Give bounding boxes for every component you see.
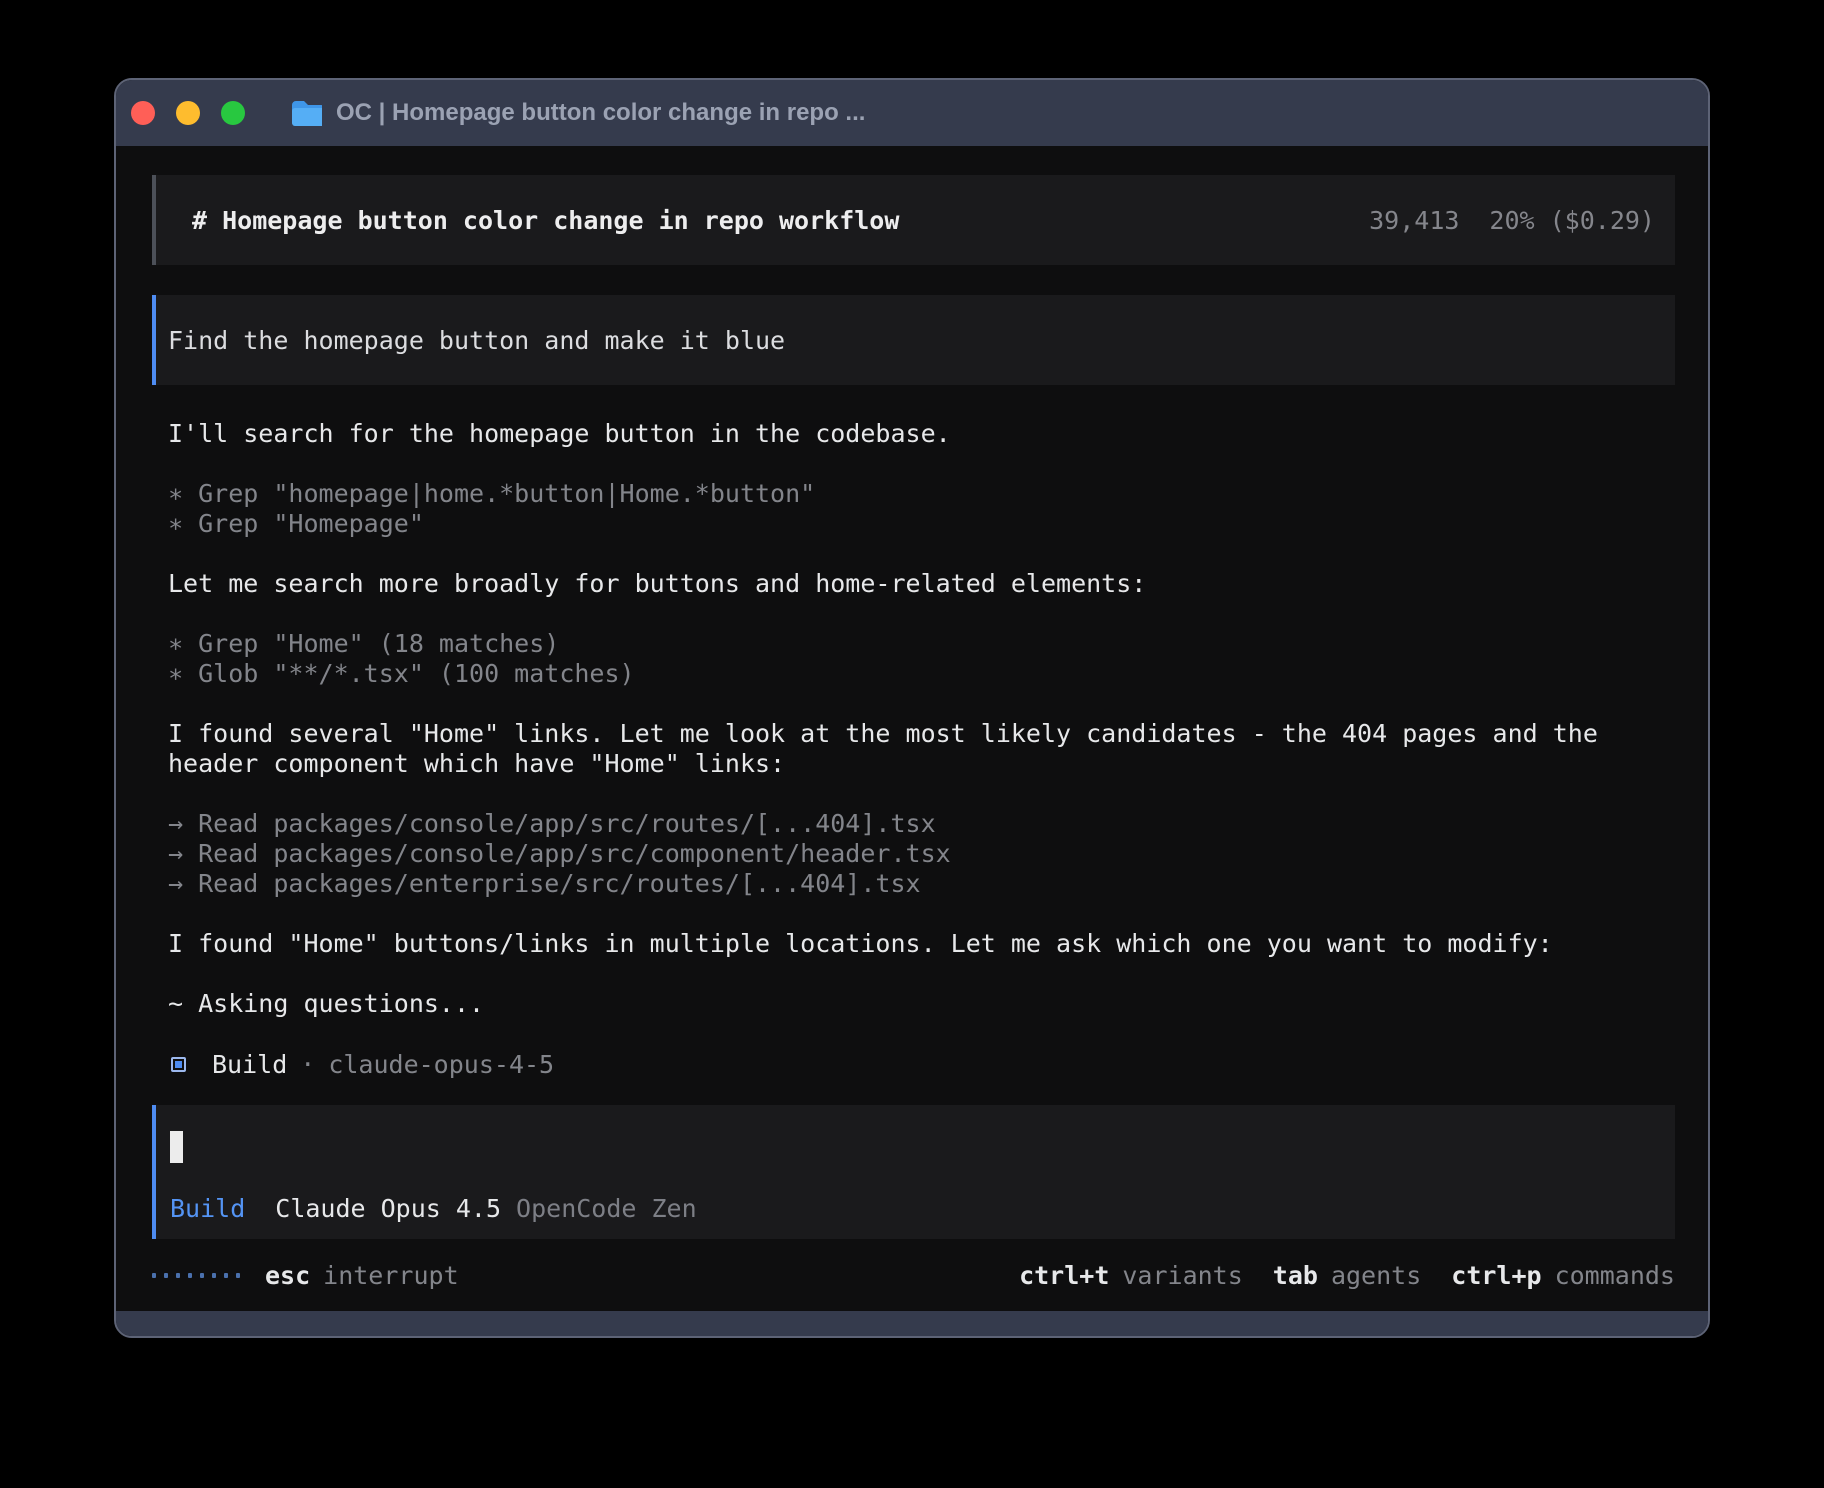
tool-call-line: → Read packages/console/app/src/routes/[… (168, 809, 1675, 839)
close-button[interactable] (131, 101, 155, 125)
chat-segment: I'll search for the homepage button in t… (168, 419, 951, 448)
user-message-text: Find the homepage button and make it blu… (168, 326, 785, 355)
hint-agents-label: agents (1331, 1261, 1421, 1290)
agent-badge-model: claude-opus-4-5 (328, 1050, 554, 1079)
prompt-input[interactable]: Build Claude Opus 4.5 OpenCode Zen (152, 1105, 1675, 1239)
agent-build-icon (171, 1057, 186, 1072)
context-usage: 20% ($0.29) (1489, 206, 1655, 235)
chat-segment: → Read packages/enterprise/src/routes/[.… (168, 869, 921, 898)
blank-line (168, 689, 1675, 719)
spinner-dot (236, 1273, 240, 1278)
text-cursor (170, 1131, 183, 1163)
blank-line (168, 959, 1675, 989)
session-title: # Homepage button color change in repo w… (192, 206, 899, 235)
hint-commands-label: commands (1555, 1261, 1675, 1290)
chat-segment: Let me search more broadly for buttons a… (168, 569, 1146, 598)
zoom-button[interactable] (221, 101, 245, 125)
session-header: # Homepage button color change in repo w… (152, 175, 1675, 265)
agent-badge-name: Build (212, 1050, 287, 1079)
status-right: ctrl+t variants tab agents ctrl+p comman… (1019, 1261, 1675, 1290)
spinner-dot (212, 1273, 216, 1278)
chat-segment: I found "Home" buttons/links in multiple… (168, 929, 1553, 958)
spinner-dot (152, 1273, 156, 1278)
hint-agents: tab agents (1273, 1261, 1421, 1290)
chat-lines: I'll search for the homepage button in t… (168, 419, 1675, 1049)
assistant-text-line: ~ Asking questions... (168, 989, 1675, 1019)
input-provider-label: OpenCode Zen (516, 1194, 697, 1223)
tool-call-line: ∗ Grep "Homepage" (168, 509, 1675, 539)
chat-segment: header component which have "Home" links… (168, 749, 785, 778)
titlebar[interactable]: OC | Homepage button color change in rep… (116, 80, 1708, 146)
hint-variants-label: variants (1122, 1261, 1242, 1290)
chat-segment: ~ Asking questions... (168, 989, 484, 1018)
terminal-content: # Homepage button color change in repo w… (116, 146, 1708, 1311)
spinner-dot (188, 1273, 192, 1278)
minimize-button[interactable] (176, 101, 200, 125)
input-agent-label[interactable]: Build (170, 1194, 245, 1223)
input-model-label[interactable]: Claude Opus 4.5 (275, 1194, 501, 1223)
folder-icon (291, 100, 322, 126)
spinner-dot (176, 1273, 180, 1278)
window-bottom-strip (116, 1311, 1708, 1336)
chat-segment: ∗ Grep "homepage|home.*button|Home.*butt… (168, 479, 815, 508)
model-line: Build Claude Opus 4.5 OpenCode Zen (170, 1194, 1655, 1223)
hint-interrupt-label: interrupt (323, 1261, 458, 1290)
spinner-dot (224, 1273, 228, 1278)
chat-segment: → Read packages/console/app/src/routes/[… (168, 809, 936, 838)
hint-commands: ctrl+p commands (1451, 1261, 1675, 1290)
blank-line (168, 539, 1675, 569)
tool-call-line: ∗ Glob "**/*.tsx" (100 matches) (168, 659, 1675, 689)
token-count: 39,413 (1369, 206, 1459, 235)
chat-segment: ∗ Grep "Homepage" (168, 509, 424, 538)
blank-line (168, 899, 1675, 929)
tool-call-line: ∗ Grep "homepage|home.*button|Home.*butt… (168, 479, 1675, 509)
hint-interrupt-key: esc (265, 1261, 310, 1290)
tool-call-line: ∗ Grep "Home" (18 matches) (168, 629, 1675, 659)
hint-agents-key: tab (1273, 1261, 1318, 1290)
chat-segment: ∗ Glob "**/*.tsx" (100 matches) (168, 659, 635, 688)
chat-segment: ∗ Grep "Home" (18 matches) (168, 629, 559, 658)
spinner-dot (200, 1273, 204, 1278)
spinner-dots (152, 1273, 240, 1278)
terminal-window: OC | Homepage button color change in rep… (114, 78, 1710, 1338)
assistant-text-line: I found "Home" buttons/links in multiple… (168, 929, 1675, 959)
blank-line (168, 779, 1675, 809)
blank-line (168, 449, 1675, 479)
status-left: esc interrupt (152, 1261, 459, 1290)
spinner-dot (164, 1273, 168, 1278)
chat-segment: → Read packages/console/app/src/componen… (168, 839, 951, 868)
hint-interrupt: esc interrupt (265, 1261, 459, 1290)
window-title: OC | Homepage button color change in rep… (336, 99, 865, 127)
tool-call-line: → Read packages/enterprise/src/routes/[.… (168, 869, 1675, 899)
assistant-text-line: I found several "Home" links. Let me loo… (168, 719, 1675, 749)
blank-line (168, 599, 1675, 629)
assistant-text-line: Let me search more broadly for buttons a… (168, 569, 1675, 599)
hint-variants: ctrl+t variants (1019, 1261, 1243, 1290)
hint-variants-key: ctrl+t (1019, 1261, 1109, 1290)
hint-commands-key: ctrl+p (1451, 1261, 1541, 1290)
user-message: Find the homepage button and make it blu… (152, 295, 1675, 385)
chat-segment: I found several "Home" links. Let me loo… (168, 719, 1598, 748)
agent-badge-separator: · (300, 1050, 315, 1079)
assistant-text-line: I'll search for the homepage button in t… (168, 419, 1675, 449)
tool-call-line: → Read packages/console/app/src/componen… (168, 839, 1675, 869)
blank-line (168, 1019, 1675, 1049)
agent-badge: Build · claude-opus-4-5 (152, 1049, 1675, 1079)
assistant-text-line: header component which have "Home" links… (168, 749, 1675, 779)
status-bar: esc interrupt ctrl+t variants tab agents… (152, 1239, 1675, 1311)
session-stats: 39,413 20% ($0.29) (1369, 206, 1655, 235)
